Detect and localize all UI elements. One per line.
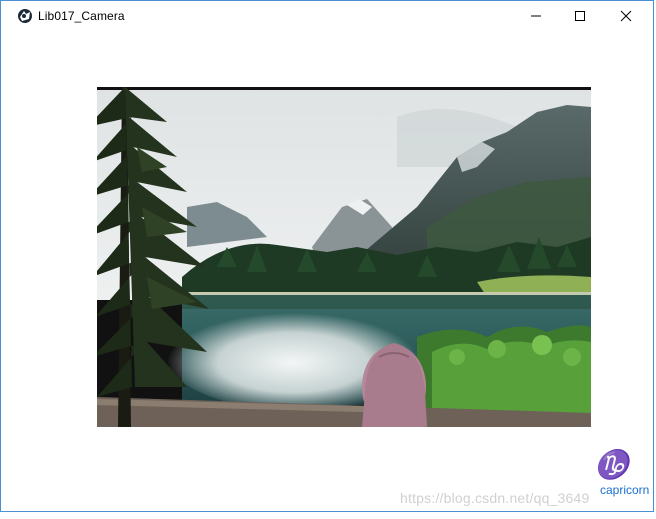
capricorn-logo-icon: ♑ capricorn — [594, 448, 649, 497]
app-window: Lib017_Camera — [0, 0, 654, 512]
window-title: Lib017_Camera — [38, 9, 125, 23]
maximize-button[interactable] — [557, 1, 603, 31]
app-icon — [17, 8, 33, 24]
watermark-url: https://blog.csdn.net/qq_3649 — [400, 490, 590, 506]
title-bar[interactable]: Lib017_Camera — [1, 1, 653, 31]
close-icon — [620, 10, 632, 22]
minimize-icon — [531, 15, 541, 17]
camera-view — [97, 87, 591, 427]
close-button[interactable] — [603, 1, 649, 31]
svg-text:capricorn: capricorn — [600, 483, 649, 497]
mountain-lake-photo — [97, 87, 591, 427]
maximize-icon — [575, 11, 585, 21]
minimize-button[interactable] — [513, 1, 559, 31]
svg-text:♑: ♑ — [594, 448, 634, 481]
